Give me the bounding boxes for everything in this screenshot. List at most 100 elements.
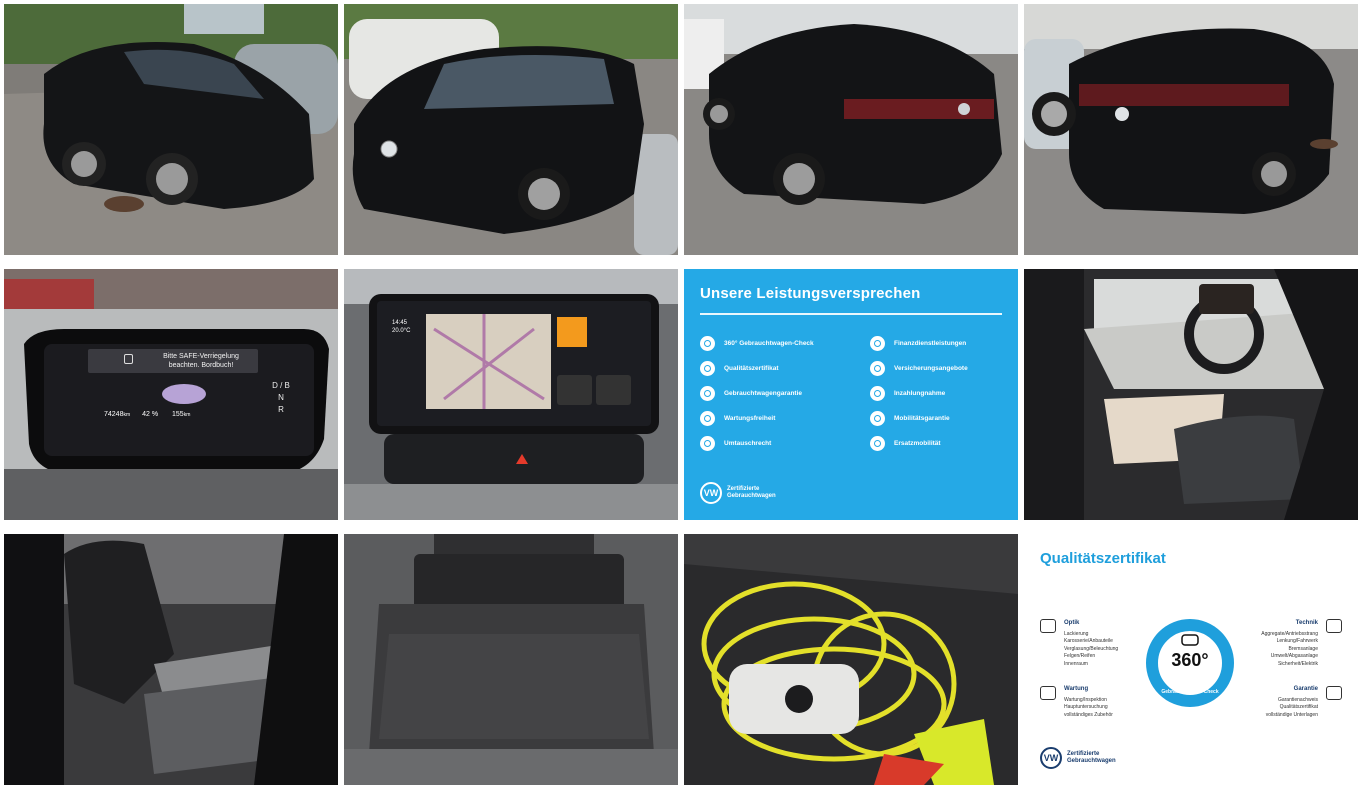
odometer-value: 74248	[104, 411, 124, 418]
replacement-car-icon	[870, 436, 885, 451]
card-title: Unsere Leistungsversprechen	[700, 285, 921, 302]
wartung-line: Hauptuntersuchung	[1064, 704, 1108, 710]
battery-level: 42 %	[142, 411, 159, 418]
photo-infotainment[interactable]: 14:45 20.0°C	[344, 269, 678, 520]
outside-temperature: 20.0°C	[392, 328, 411, 334]
technik-line: Aggregate/Antriebsstrang	[1261, 630, 1318, 637]
garantie-column: Garantie Garantienachweis Qualitätszerti…	[1266, 686, 1318, 719]
service-list: 360° Gebrauchtwagen-Check Finanzdienstle…	[700, 335, 1004, 452]
cluster-message-line1: Bitte SAFE-Verriegelung	[163, 353, 239, 360]
badge-number: 360°	[1171, 650, 1209, 670]
brand-text: Zertifizierte Gebrauchtwagen	[727, 486, 776, 500]
gear-n: N	[278, 393, 284, 402]
brand-line2: Gebrauchtwagen	[1067, 758, 1116, 764]
photo-interior-dashboard[interactable]	[1024, 269, 1358, 520]
optik-car-icon	[1040, 619, 1056, 633]
service-item: Finanzdienstleistungen	[870, 335, 1004, 352]
cluster-readouts: 74248km 42 % 155km	[104, 411, 190, 418]
service-item: Qualitätszertifikat	[700, 360, 870, 377]
optik-heading: Optik	[1064, 620, 1080, 626]
vw-logo-icon: VW	[1040, 747, 1062, 769]
optik-line: Lackierung	[1064, 630, 1089, 637]
finance-icon	[870, 336, 885, 351]
service-item: Inzahlungnahme	[870, 385, 1004, 402]
brand-footer: VW Zertifizierte Gebrauchtwagen	[1040, 747, 1116, 769]
brand-footer: VW Zertifizierte Gebrauchtwagen	[700, 482, 776, 504]
service-label: Finanzdienstleistungen	[894, 340, 967, 347]
photo-trunk[interactable]	[344, 534, 678, 785]
clock-time: 14:45	[392, 320, 408, 326]
service-label: Mobilitätsgarantie	[894, 415, 950, 422]
technik-heading: Technik	[1295, 620, 1318, 626]
wartung-line: vollständiges Zubehör	[1064, 711, 1113, 718]
card-title: Qualitätszertifikat	[1040, 550, 1166, 567]
technik-line: Lenkung/Fahrwerk	[1276, 638, 1318, 644]
service-item: Gebrauchtwagengarantie	[700, 385, 870, 402]
gear-d: D	[272, 381, 278, 390]
service-item: Wartungsfreiheit	[700, 410, 870, 427]
brand-line2: Gebrauchtwagen	[727, 493, 776, 499]
service-item: Ersatzmobilität	[870, 435, 1004, 452]
optik-line: Karosserie/Anbauteile	[1064, 638, 1113, 644]
gear-indicator: D / B N R	[266, 380, 296, 416]
mobility-icon	[870, 411, 885, 426]
photo-instrument-cluster[interactable]: Bitte SAFE-Verriegelung beachten. Bordbu…	[4, 269, 338, 520]
cluster-message: Bitte SAFE-Verriegelung beachten. Bordbu…	[146, 352, 256, 370]
photo-front[interactable]	[344, 4, 678, 255]
brand-text: Zertifizierte Gebrauchtwagen	[1067, 751, 1116, 765]
service-item: Versicherungsangebote	[870, 360, 1004, 377]
garantie-line: Qualitätszertifikat	[1279, 704, 1318, 710]
garantie-line: Garantienachweis	[1277, 696, 1318, 703]
check-360-icon	[700, 336, 715, 351]
garantie-line: vollständige Unterlagen	[1265, 711, 1318, 718]
service-label: Inzahlungnahme	[894, 390, 946, 397]
cluster-message-line2: beachten. Bordbuch!	[168, 362, 234, 369]
service-item: 360° Gebrauchtwagen-Check	[700, 335, 870, 352]
maintenance-icon	[700, 411, 715, 426]
optik-line: Felgen/Reifen	[1064, 653, 1096, 659]
optik-line: Verglasung/Beleuchtung	[1064, 645, 1119, 652]
technik-column: Technik Aggregate/Antriebsstrang Lenkung…	[1261, 620, 1318, 668]
photo-charging-cable[interactable]	[684, 534, 1018, 785]
odometer-unit: km	[123, 412, 131, 418]
wartung-wrench-icon	[1040, 686, 1056, 700]
photo-rear[interactable]	[1024, 4, 1358, 255]
service-label: Versicherungsangebote	[894, 365, 968, 372]
vw-logo-icon: VW	[700, 482, 722, 504]
wartung-line: Wartung/Inspektion	[1064, 696, 1107, 703]
insurance-icon	[870, 361, 885, 376]
optik-column: Optik Lackierung Karosserie/Anbauteile V…	[1064, 620, 1118, 668]
exchange-icon	[700, 436, 715, 451]
service-label: Wartungsfreiheit	[724, 415, 776, 422]
gear-r: R	[278, 405, 284, 414]
technik-line: Bremsanlage	[1288, 645, 1318, 652]
technik-line: Umwelt/Abgasanlage	[1270, 653, 1318, 659]
photo-front-left[interactable]	[4, 4, 338, 255]
certificate-icon	[700, 361, 715, 376]
leistungen-info-card[interactable]: Unsere Leistungsversprechen 360° Gebrauc…	[684, 269, 1018, 520]
infotainment-status: 14:45 20.0°C	[392, 319, 410, 335]
brand-line1: Zertifizierte	[1067, 751, 1100, 757]
check-360-badge: 360° Gebrauchtwagen-Check	[1146, 619, 1234, 707]
garantie-heading: Garantie	[1293, 686, 1318, 692]
service-item: Umtauschrecht	[700, 435, 870, 452]
qualitaetszertifikat-info-card[interactable]: Qualitätszertifikat Optik Lackierung Kar…	[1024, 534, 1358, 785]
gear-b: B	[284, 381, 290, 390]
optik-line: Innenraum	[1064, 660, 1088, 667]
service-label: 360° Gebrauchtwagen-Check	[724, 340, 814, 347]
photo-rear-seats[interactable]	[4, 534, 338, 785]
wartung-heading: Wartung	[1064, 686, 1089, 692]
lock-icon	[124, 354, 133, 364]
wartung-column: Wartung Wartung/Inspektion Hauptuntersuc…	[1064, 686, 1113, 719]
range-value: 155	[172, 411, 184, 418]
divider	[700, 313, 1002, 315]
photo-rear-left[interactable]	[684, 4, 1018, 255]
warranty-icon	[700, 386, 715, 401]
service-label: Ersatzmobilität	[894, 440, 941, 447]
service-label: Qualitätszertifikat	[724, 365, 779, 372]
service-label: Gebrauchtwagengarantie	[724, 390, 803, 397]
service-item: Mobilitätsgarantie	[870, 410, 1004, 427]
technik-engine-icon	[1326, 619, 1342, 633]
range-unit: km	[183, 412, 191, 418]
trade-in-icon	[870, 386, 885, 401]
